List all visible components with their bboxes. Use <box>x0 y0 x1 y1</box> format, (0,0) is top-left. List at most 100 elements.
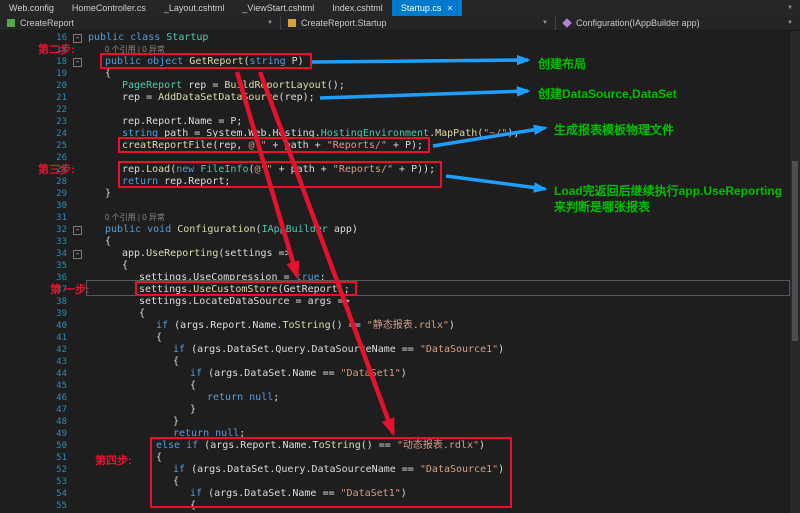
code-line[interactable]: 32-public void Configuration(IAppBuilder… <box>0 224 800 236</box>
tab-index-cshtml[interactable]: Index.cshtml <box>323 0 392 16</box>
code-line[interactable]: 52if (args.DataSet.Query.DataSourceName … <box>0 464 800 476</box>
code-line[interactable]: 41{ <box>0 332 800 344</box>
tab-layout-cshtml[interactable]: _Layout.cshtml <box>155 0 234 16</box>
line-number: 47 <box>0 404 73 416</box>
code-line[interactable]: 42 if (args.DataSet.Query.DataSourceName … <box>0 344 800 356</box>
fold-margin <box>73 416 85 428</box>
tab-startup-cs[interactable]: Startup.cs × <box>392 0 462 16</box>
code-line[interactable]: 37settings.UseCustomStore(GetReport); <box>0 284 800 296</box>
line-number: 22 <box>0 104 73 116</box>
line-number: 28 <box>0 176 73 188</box>
tab-overflow-button[interactable]: ▼ <box>780 0 800 16</box>
line-number: 32 <box>0 224 73 236</box>
tab-web-config[interactable]: Web.config <box>0 0 63 16</box>
line-number: 53 <box>0 476 73 488</box>
fold-collapse-icon[interactable]: - <box>73 32 85 44</box>
fold-margin <box>73 308 85 320</box>
code-line[interactable]: 48} <box>0 416 800 428</box>
fold-margin <box>73 212 85 224</box>
line-number: 45 <box>0 380 73 392</box>
line-number: 51 <box>0 452 73 464</box>
code-text: if (args.DataSet.Query.DataSourceName ==… <box>85 344 800 356</box>
code-text: { <box>85 260 800 272</box>
fold-collapse-icon[interactable]: - <box>73 248 85 260</box>
code-text: public class Startup <box>85 32 800 44</box>
code-text: else if (args.Report.Name.ToString() == … <box>85 440 800 452</box>
scrollbar-thumb[interactable] <box>792 161 798 341</box>
code-line[interactable]: 50else if (args.Report.Name.ToString() =… <box>0 440 800 452</box>
code-line[interactable]: 54if (args.DataSet.Name == "DataSet1") <box>0 488 800 500</box>
vertical-scrollbar[interactable] <box>790 31 800 513</box>
code-line[interactable]: 33{ <box>0 236 800 248</box>
code-line[interactable]: 43{ <box>0 356 800 368</box>
tab-viewstart-cshtml[interactable]: _ViewStart.cshtml <box>233 0 323 16</box>
code-text: { <box>85 476 800 488</box>
line-number: 21 <box>0 92 73 104</box>
code-line[interactable]: 25creatReportFile(rep, @"" + path + "Rep… <box>0 140 800 152</box>
fold-margin <box>73 392 85 404</box>
code-line[interactable]: 40if (args.Report.Name.ToString() == "静态… <box>0 320 800 332</box>
code-text <box>85 200 800 212</box>
fold-margin <box>73 140 85 152</box>
code-line[interactable]: 36settings.UseCompression = true; <box>0 272 800 284</box>
fold-margin <box>73 344 85 356</box>
code-line[interactable]: 51{ <box>0 452 800 464</box>
code-editor[interactable]: 16-public class Startup170 个引用 | 0 异常18-… <box>0 31 800 513</box>
chevron-down-icon: ▼ <box>539 20 551 26</box>
tab-homecontroller-cs[interactable]: HomeController.cs <box>63 0 155 16</box>
code-text: { <box>85 308 800 320</box>
code-text: rep.Load(new FileInfo(@"" + path + "Repo… <box>85 164 800 176</box>
code-line[interactable]: 34-app.UseReporting(settings => <box>0 248 800 260</box>
project-dropdown[interactable]: CreateReport ▼ <box>0 16 281 30</box>
line-number: 27 <box>0 164 73 176</box>
line-number: 29 <box>0 188 73 200</box>
fold-collapse-icon[interactable]: - <box>73 56 85 68</box>
code-line[interactable]: 16-public class Startup <box>0 32 800 44</box>
code-line[interactable]: 20 PageReport rep = BuildReportLayout(); <box>0 80 800 92</box>
line-number: 16 <box>0 32 73 44</box>
code-text: 0 个引用 | 0 异常 <box>85 44 800 56</box>
line-number: 31 <box>0 212 73 224</box>
code-line[interactable]: 47} <box>0 404 800 416</box>
fold-collapse-icon[interactable]: - <box>73 224 85 236</box>
code-line[interactable]: 45{ <box>0 380 800 392</box>
code-text: rep = AddDataSetDataSource(rep); <box>85 92 800 104</box>
code-text: 0 个引用 | 0 异常 <box>85 212 800 224</box>
class-icon <box>288 19 296 27</box>
line-number: 42 <box>0 344 73 356</box>
line-number: 39 <box>0 308 73 320</box>
code-text: PageReport rep = BuildReportLayout(); <box>85 80 800 92</box>
code-line[interactable]: 19{ <box>0 68 800 80</box>
code-text: settings.UseCompression = true; <box>85 272 800 284</box>
code-line[interactable]: 24string path = System.Web.Hosting.Hosti… <box>0 128 800 140</box>
code-line[interactable]: 44if (args.DataSet.Name == "DataSet1") <box>0 368 800 380</box>
code-line[interactable]: 53 { <box>0 476 800 488</box>
code-line[interactable]: 55{ <box>0 500 800 512</box>
code-line[interactable]: 35{ <box>0 260 800 272</box>
code-text: if (args.Report.Name.ToString() == "静态报表… <box>85 320 800 332</box>
code-line[interactable]: 30 <box>0 200 800 212</box>
code-line[interactable]: 46return null; <box>0 392 800 404</box>
navigation-bar: CreateReport ▼ CreateReport.Startup ▼ Co… <box>0 16 800 31</box>
code-line[interactable]: 28 return rep.Report; <box>0 176 800 188</box>
code-text: return rep.Report; <box>85 176 800 188</box>
close-icon[interactable]: × <box>447 4 452 13</box>
code-line[interactable]: 27 rep.Load(new FileInfo(@"" + path + "Re… <box>0 164 800 176</box>
code-line[interactable]: 29} <box>0 188 800 200</box>
code-text: if (args.DataSet.Name == "DataSet1") <box>85 368 800 380</box>
code-line[interactable]: 38settings.LocateDataSource = args => <box>0 296 800 308</box>
line-number: 23 <box>0 116 73 128</box>
code-line[interactable]: 49return null; <box>0 428 800 440</box>
code-line[interactable]: 39 { <box>0 308 800 320</box>
member-dropdown[interactable]: Configuration(IAppBuilder app) ▼ <box>556 16 800 30</box>
code-line[interactable]: 21 rep = AddDataSetDataSource(rep); <box>0 92 800 104</box>
code-line[interactable]: 18-public object GetReport(string P) <box>0 56 800 68</box>
line-number: 20 <box>0 80 73 92</box>
code-line[interactable]: 23rep.Report.Name = P; <box>0 116 800 128</box>
code-line[interactable]: 170 个引用 | 0 异常 <box>0 44 800 56</box>
fold-margin <box>73 368 85 380</box>
code-line[interactable]: 31 0 个引用 | 0 异常 <box>0 212 800 224</box>
code-line[interactable]: 22 <box>0 104 800 116</box>
code-line[interactable]: 26 <box>0 152 800 164</box>
class-dropdown[interactable]: CreateReport.Startup ▼ <box>281 16 556 30</box>
